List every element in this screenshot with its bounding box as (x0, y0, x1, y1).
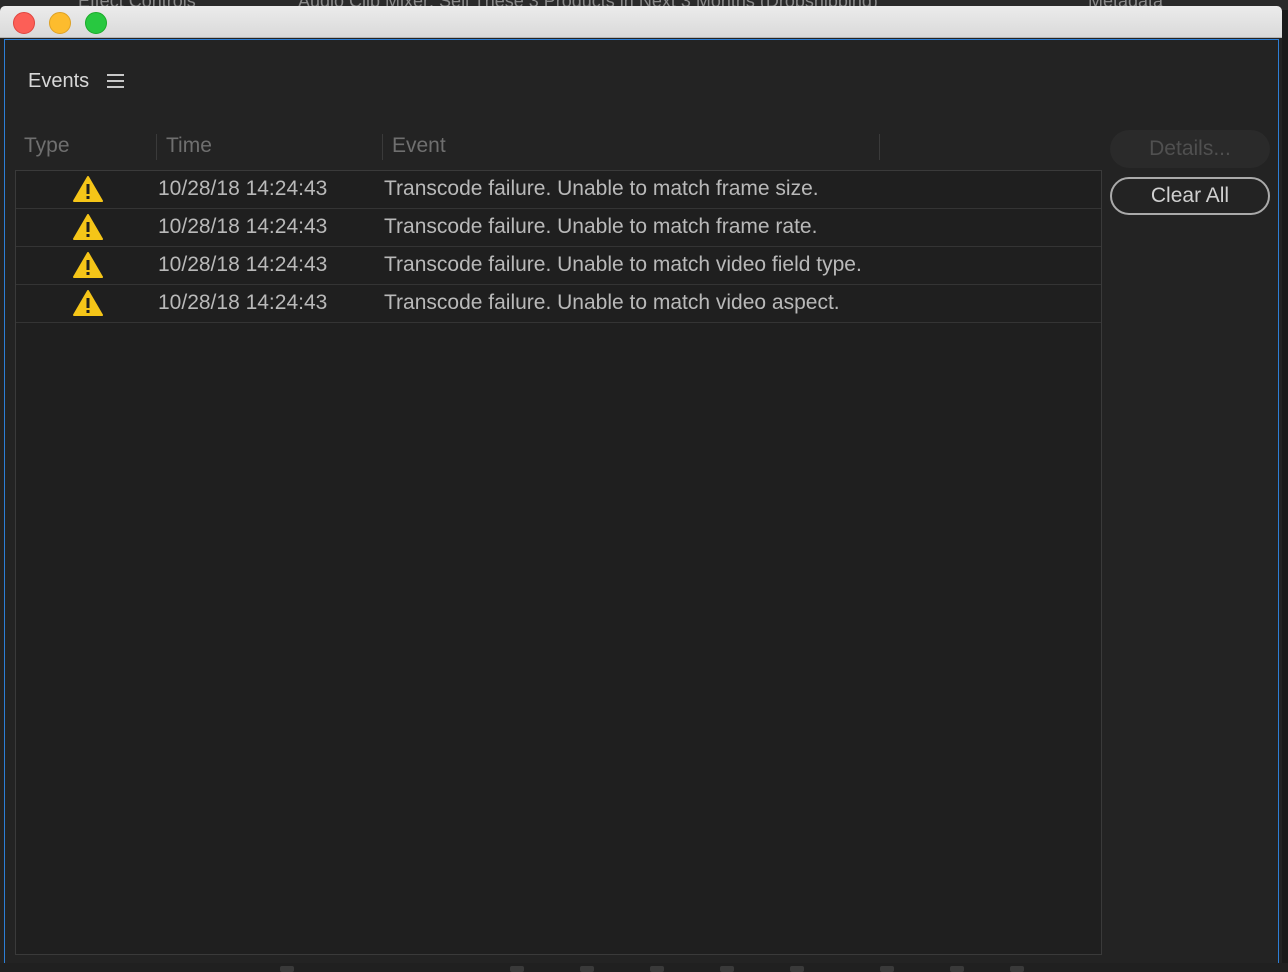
details-button[interactable]: Details... (1110, 130, 1270, 168)
event-row[interactable]: 10/28/18 14:24:43 Transcode failure. Una… (16, 171, 1101, 209)
zoom-window-button[interactable] (85, 12, 107, 34)
background-app-toolbar (0, 963, 1288, 972)
warning-icon (73, 252, 103, 278)
window-titlebar[interactable] (0, 6, 1282, 38)
close-window-button[interactable] (13, 12, 35, 34)
event-message: Transcode failure. Unable to match video… (384, 291, 840, 314)
events-panel: Events Type Time Event 10/28/18 14:24:43… (4, 39, 1279, 964)
column-divider[interactable] (156, 134, 157, 160)
column-header-time[interactable]: Time (166, 134, 212, 158)
toolbar-icon (880, 966, 894, 972)
column-header-type[interactable]: Type (24, 134, 70, 158)
warning-icon (73, 290, 103, 316)
column-divider[interactable] (879, 134, 880, 160)
column-divider[interactable] (382, 134, 383, 160)
event-row[interactable]: 10/28/18 14:24:43 Transcode failure. Una… (16, 247, 1101, 285)
minimize-window-button[interactable] (49, 12, 71, 34)
event-time: 10/28/18 14:24:43 (158, 215, 328, 238)
events-table: 10/28/18 14:24:43 Transcode failure. Una… (15, 170, 1102, 955)
toolbar-icon (720, 966, 734, 972)
warning-icon (73, 214, 103, 240)
toolbar-icon (650, 966, 664, 972)
event-time: 10/28/18 14:24:43 (158, 291, 328, 314)
table-column-headers: Type Time Event (15, 130, 1102, 166)
events-window: Events Type Time Event 10/28/18 14:24:43… (0, 6, 1282, 966)
toolbar-icon (510, 966, 524, 972)
warning-icon (73, 176, 103, 202)
panel-header: Events (28, 67, 125, 95)
toolbar-icon (580, 966, 594, 972)
event-time: 10/28/18 14:24:43 (158, 177, 328, 200)
toolbar-icon (1010, 966, 1024, 972)
event-message: Transcode failure. Unable to match video… (384, 253, 862, 276)
hamburger-menu-icon[interactable] (107, 74, 125, 88)
event-row[interactable]: 10/28/18 14:24:43 Transcode failure. Una… (16, 209, 1101, 247)
column-header-event[interactable]: Event (392, 134, 446, 158)
event-time: 10/28/18 14:24:43 (158, 253, 328, 276)
toolbar-icon (790, 966, 804, 972)
event-message: Transcode failure. Unable to match frame… (384, 177, 819, 200)
event-message: Transcode failure. Unable to match frame… (384, 215, 818, 238)
toolbar-icon (950, 966, 964, 972)
clear-all-button[interactable]: Clear All (1110, 177, 1270, 215)
toolbar-icon (280, 966, 294, 972)
event-row[interactable]: 10/28/18 14:24:43 Transcode failure. Una… (16, 285, 1101, 323)
panel-title: Events (28, 69, 90, 92)
